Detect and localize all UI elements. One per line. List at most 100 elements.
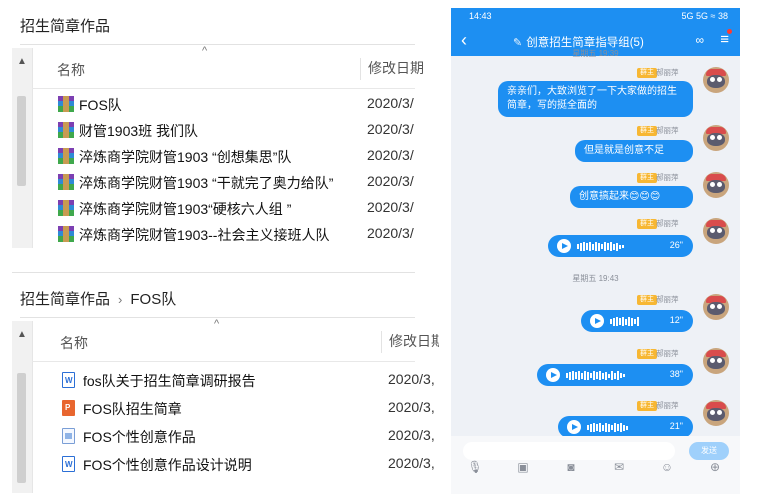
sender-name: 郝丽萍 — [656, 295, 679, 304]
owner-badge: 群主 — [637, 126, 657, 136]
avatar[interactable] — [703, 218, 729, 244]
winrar-icon — [58, 200, 74, 216]
sort-ascending-icon: ^ — [214, 318, 220, 330]
avatar[interactable] — [703, 294, 729, 320]
breadcrumb[interactable]: 招生简章作品 › FOS队 — [20, 283, 415, 318]
file-row[interactable]: FOS个性创意作品 2020/3, — [32, 423, 435, 449]
breadcrumb-item[interactable]: 招生简章作品 — [20, 18, 110, 35]
file-name: FOS个性创意作品设计说明 — [83, 457, 252, 473]
plus-icon[interactable]: ⊕ — [707, 460, 723, 474]
scrollbar-thumb[interactable] — [17, 96, 26, 186]
file-date: 2020/3/ — [367, 199, 414, 215]
emoji-icon[interactable]: ☺ — [659, 460, 675, 474]
notification-dot — [727, 29, 732, 34]
group-icon[interactable]: ∞ — [695, 33, 704, 47]
file-row[interactable]: 淬炼商学院财管1903 “干就完了奥力给队” 2020/3/ — [32, 169, 415, 195]
file-date: 2020/3/ — [367, 121, 414, 137]
file-row[interactable]: W fos队关于招生简章调研报告 2020/3, — [32, 367, 435, 393]
file-date: 2020/3/ — [367, 95, 414, 111]
file-date: 2020/3, — [388, 427, 435, 443]
column-header-row: ^ 名称 修改日期 — [32, 45, 424, 89]
avatar[interactable] — [703, 125, 729, 151]
timestamp: 星期五 19:39 — [572, 49, 619, 58]
file-date: 2020/3, — [388, 455, 435, 471]
status-indicators: 5G 5G ≈ 38 — [681, 11, 728, 21]
file-row[interactable]: 淬炼商学院财管1903 “创想集思”队 2020/3/ — [32, 143, 415, 169]
play-icon[interactable] — [567, 420, 581, 434]
file-date: 2020/3, — [388, 371, 435, 387]
voice-message[interactable]: 26" — [548, 235, 693, 257]
owner-badge: 群主 — [637, 219, 657, 229]
camera-icon[interactable]: ◙ — [563, 460, 579, 474]
ppt-icon: P — [62, 400, 78, 416]
breadcrumb-item[interactable]: 招生简章作品 — [20, 291, 110, 308]
file-name: FOS队招生简章 — [83, 401, 182, 417]
file-name: FOS队 — [79, 97, 122, 113]
owner-badge: 群主 — [637, 68, 657, 78]
owner-badge: 群主 — [637, 295, 657, 305]
scrollbar[interactable]: ▲ — [12, 48, 33, 248]
breadcrumb[interactable]: 招生简章作品 — [20, 10, 415, 45]
sender-name: 郝丽萍 — [656, 173, 679, 182]
column-header-name[interactable]: 名称 — [57, 60, 85, 80]
column-header-name[interactable]: 名称 — [60, 333, 88, 353]
explorer-window-top: 招生简章作品 ▲ ^ 名称 修改日期 FOS队 2020/3/ 财管1903班 … — [12, 10, 424, 250]
sender-name: 郝丽萍 — [656, 68, 679, 77]
winrar-icon — [58, 174, 74, 190]
column-header-date[interactable]: 修改日期 — [381, 331, 439, 353]
avatar[interactable] — [703, 172, 729, 198]
message-bubble[interactable]: 但是就是创意不足 — [575, 140, 693, 162]
file-name: 淬炼商学院财管1903--社会主义接班人队 — [79, 227, 330, 243]
phone-screenshot: 14:43 5G 5G ≈ 38 ‹ ✎ 创意招生简章指导组(5) ∞ ≡ 星期五… — [451, 8, 740, 494]
play-icon[interactable] — [557, 239, 571, 253]
file-row[interactable]: 淬炼商学院财管1903--社会主义接班人队 2020/3/ — [32, 221, 415, 247]
voice-message[interactable]: 21" — [558, 416, 693, 438]
waveform-icon — [610, 316, 660, 326]
word-doc-icon: W — [62, 456, 78, 472]
winrar-icon — [58, 148, 74, 164]
status-bar: 14:43 5G 5G ≈ 38 — [451, 8, 740, 26]
divider — [12, 272, 415, 273]
breadcrumb-current[interactable]: FOS队 — [130, 291, 176, 308]
file-name: FOS个性创意作品 — [83, 429, 196, 445]
scroll-up-arrow-icon[interactable]: ▲ — [17, 56, 27, 67]
timestamp: 星期五 19:43 — [572, 274, 619, 283]
status-time: 14:43 — [469, 11, 492, 21]
message-bubble[interactable]: 亲亲们，大致浏览了一下大家做的招生简章，写的挺全面的 — [498, 81, 693, 117]
scroll-up-arrow-icon[interactable]: ▲ — [17, 329, 27, 340]
file-row[interactable]: W FOS个性创意作品设计说明 2020/3, — [32, 451, 435, 477]
avatar[interactable] — [703, 67, 729, 93]
voice-message[interactable]: 12" — [581, 310, 693, 332]
explorer-window-bottom: 招生简章作品 › FOS队 ▲ ^ 名称 修改日期 W fos队关于招生简章调研报告… — [12, 283, 439, 493]
scrollbar[interactable]: ▲ — [12, 321, 33, 493]
owner-badge: 群主 — [637, 401, 657, 411]
file-name: 淬炼商学院财管1903 “干就完了奥力给队” — [79, 175, 334, 191]
file-row[interactable]: FOS队 2020/3/ — [32, 91, 415, 117]
column-header-date[interactable]: 修改日期 — [360, 58, 428, 80]
file-name: 财管1903班 我们队 — [79, 123, 199, 139]
avatar[interactable] — [703, 348, 729, 374]
play-icon[interactable] — [590, 314, 604, 328]
sender-name: 郝丽萍 — [656, 126, 679, 135]
sender-name: 郝丽萍 — [656, 219, 679, 228]
message-bubble[interactable]: 创意搞起来😊😊😊 — [570, 186, 693, 208]
waveform-icon — [566, 370, 656, 380]
scrollbar-thumb[interactable] — [17, 373, 26, 483]
microphone-icon[interactable]: 🎙 — [467, 460, 483, 474]
sender-name: 郝丽萍 — [656, 349, 679, 358]
file-date: 2020/3/ — [367, 147, 414, 163]
avatar[interactable] — [703, 400, 729, 426]
voice-duration: 38" — [669, 369, 683, 379]
file-date: 2020/3/ — [367, 173, 414, 189]
word-doc-icon: W — [62, 372, 78, 388]
file-row[interactable]: 财管1903班 我们队 2020/3/ — [32, 117, 415, 143]
column-header-row: ^ 名称 修改日期 — [32, 318, 439, 362]
file-name: fos队关于招生简章调研报告 — [83, 373, 256, 389]
winrar-icon — [58, 96, 74, 112]
play-icon[interactable] — [546, 368, 560, 382]
voice-message[interactable]: 38" — [537, 364, 693, 386]
file-row[interactable]: P FOS队招生简章 2020/3, — [32, 395, 435, 421]
file-row[interactable]: 淬炼商学院财管1903“硬核六人组 ” 2020/3/ — [32, 195, 415, 221]
red-packet-icon[interactable]: ✉ — [611, 460, 627, 474]
image-icon[interactable]: ▣ — [515, 460, 531, 474]
